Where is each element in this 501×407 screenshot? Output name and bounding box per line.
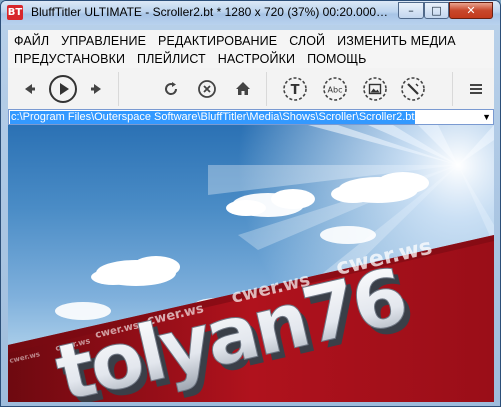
show-path-value: c:\Program Files\Outerspace Software\Blu…	[10, 111, 416, 124]
menu-presets[interactable]: ПРЕДУСТАНОВКИ	[8, 50, 131, 68]
prev-button[interactable]	[16, 68, 42, 110]
menu-settings[interactable]: НАСТРОЙКИ	[212, 50, 301, 68]
toolbar-separator	[452, 72, 453, 106]
maximize-button[interactable]: □	[424, 2, 449, 19]
menu-row-2: ПРЕДУСТАНОВКИ ПЛЕЙЛИСТ НАСТРОЙКИ ПОМОЩЬ	[8, 50, 372, 68]
prev-icon	[25, 84, 35, 94]
toolbar: T Abc	[8, 68, 494, 110]
menu-edit[interactable]: РЕДАКТИРОВАНИЕ	[152, 32, 283, 50]
preview-viewport[interactable]: cwer.ws cwer.ws cwer.ws cwer.ws cwer.ws …	[8, 125, 494, 402]
svg-text:T: T	[291, 83, 300, 98]
menu-help[interactable]: ПОМОЩЬ	[301, 50, 372, 68]
title-bar[interactable]: BT BluffTitler ULTIMATE - Scroller2.bt *…	[1, 1, 500, 25]
add-picture-layer-icon	[363, 77, 387, 101]
next-icon	[91, 84, 101, 94]
home-button[interactable]	[230, 68, 256, 110]
add-effect-layer-button[interactable]	[398, 68, 428, 110]
chevron-down-icon[interactable]: ▼	[482, 111, 491, 124]
home-icon	[236, 82, 250, 95]
stop-button[interactable]	[194, 68, 220, 110]
client-area: ФАЙЛ УПРАВЛЕНИЕ РЕДАКТИРОВАНИЕ СЛОЙ ИЗМЕ…	[8, 30, 494, 402]
add-effect-layer-icon	[401, 77, 425, 101]
menu-icon	[470, 84, 482, 94]
toolbar-separator	[266, 72, 267, 106]
play-icon	[49, 75, 77, 103]
app-window: BT BluffTitler ULTIMATE - Scroller2.bt *…	[0, 0, 501, 407]
window-title: BluffTitler ULTIMATE - Scroller2.bt * 12…	[31, 5, 391, 19]
app-icon[interactable]: BT	[7, 5, 23, 20]
refresh-button[interactable]	[158, 68, 184, 110]
menu-change-media[interactable]: ИЗМЕНИТЬ МЕДИА	[331, 32, 462, 50]
menu-layer[interactable]: СЛОЙ	[283, 32, 331, 50]
add-text-layer-icon: T	[283, 77, 307, 101]
show-path-combobox[interactable]: c:\Program Files\Outerspace Software\Blu…	[8, 109, 494, 125]
menu-control[interactable]: УПРАВЛЕНИЕ	[55, 32, 152, 50]
add-abc-layer-icon: Abc	[323, 77, 347, 101]
add-picture-layer-button[interactable]	[360, 68, 390, 110]
add-text-layer-button[interactable]: T	[280, 68, 310, 110]
menu-playlist[interactable]: ПЛЕЙЛИСТ	[131, 50, 212, 68]
minimize-button[interactable]: –	[398, 2, 424, 19]
main-menu-button[interactable]	[464, 68, 488, 110]
menu-file[interactable]: ФАЙЛ	[8, 32, 55, 50]
menu-bar: ФАЙЛ УПРАВЛЕНИЕ РЕДАКТИРОВАНИЕ СЛОЙ ИЗМЕ…	[8, 30, 494, 68]
toolbar-separator	[118, 72, 119, 106]
menu-row-1: ФАЙЛ УПРАВЛЕНИЕ РЕДАКТИРОВАНИЕ СЛОЙ ИЗМЕ…	[8, 32, 462, 50]
stop-icon	[198, 80, 216, 98]
play-button[interactable]	[46, 68, 80, 110]
next-button[interactable]	[84, 68, 110, 110]
add-abc-layer-button[interactable]: Abc	[320, 68, 350, 110]
svg-text:Abc: Abc	[328, 86, 343, 95]
refresh-icon	[165, 82, 178, 95]
close-button[interactable]: ✕	[449, 2, 493, 19]
preview-scene: cwer.ws cwer.ws cwer.ws cwer.ws cwer.ws …	[8, 125, 494, 402]
